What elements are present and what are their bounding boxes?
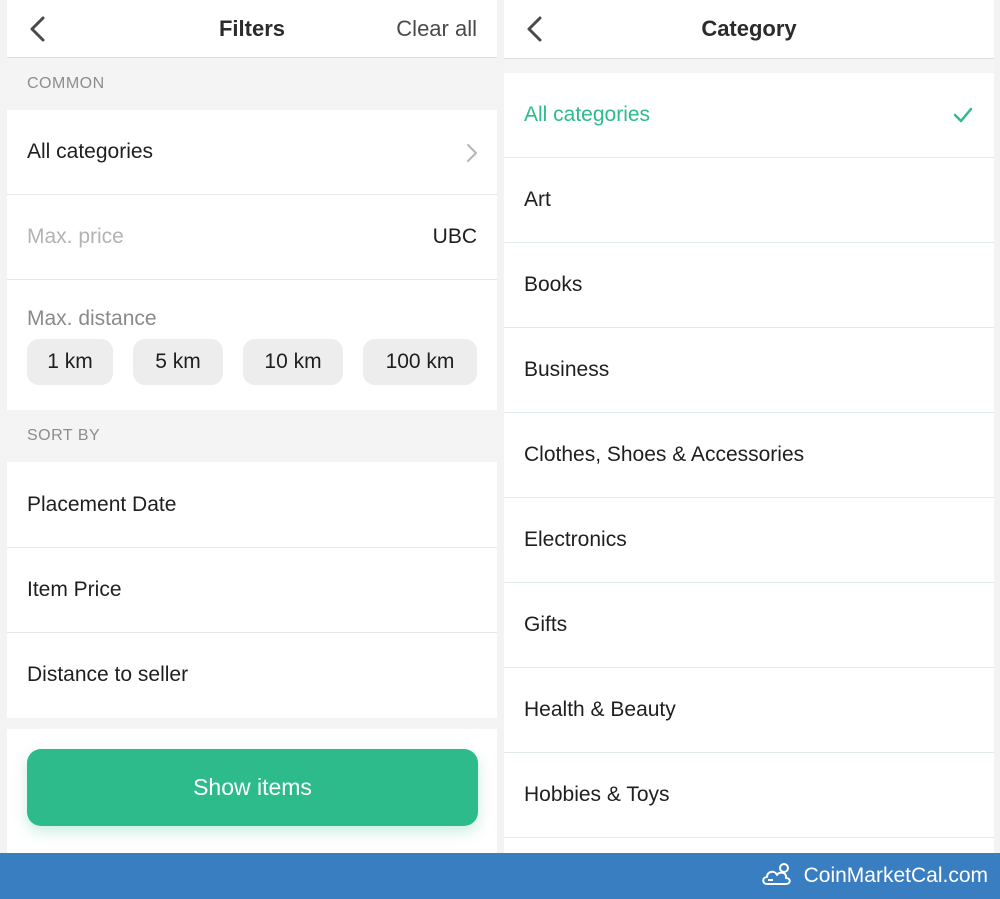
category-item-gifts[interactable]: Gifts	[504, 583, 994, 668]
category-selector-label: All categories	[27, 140, 154, 163]
show-items-button[interactable]: Show items	[27, 749, 478, 826]
max-distance-block: Max. distance 1 km 5 km 10 km 100 km	[7, 280, 497, 410]
category-navbar: Category	[504, 0, 994, 59]
category-item-hobbies-toys[interactable]: Hobbies & Toys	[504, 753, 994, 838]
sort-option-label: Item Price	[27, 578, 122, 601]
distance-chip-5km[interactable]: 5 km	[133, 339, 223, 385]
category-item-label: Art	[524, 188, 551, 211]
watermark-footer: CoinMarketCal.com	[0, 853, 1000, 899]
back-chevron-icon[interactable]	[520, 14, 548, 44]
category-screen: Category All categories Art Books Busine…	[504, 0, 994, 853]
distance-chip-group: 1 km 5 km 10 km 100 km	[27, 339, 477, 385]
list-top-gap	[504, 59, 994, 73]
category-item-label: Books	[524, 273, 583, 296]
max-price-input[interactable]: Max. price	[27, 225, 124, 249]
category-selector-row[interactable]: All categories	[7, 110, 497, 195]
filters-navbar: Filters Clear all	[7, 0, 497, 58]
sort-option-item-price[interactable]: Item Price	[7, 548, 497, 633]
category-item-electronics[interactable]: Electronics	[504, 498, 994, 583]
max-distance-label: Max. distance	[27, 307, 157, 330]
sort-option-label: Distance to seller	[27, 663, 189, 686]
category-item-label: Gifts	[524, 613, 568, 636]
bottom-divider-band	[7, 718, 497, 729]
category-item-books[interactable]: Books	[504, 243, 994, 328]
clear-all-button[interactable]: Clear all	[396, 16, 477, 42]
category-item-label: Hobbies & Toys	[524, 783, 670, 806]
chevron-right-icon	[467, 144, 477, 162]
category-item-label: Health & Beauty	[524, 698, 676, 721]
sort-header-label: SORT BY	[27, 427, 101, 444]
sort-option-placement-date[interactable]: Placement Date	[7, 463, 497, 548]
common-section-header: COMMON	[7, 58, 497, 110]
sort-option-label: Placement Date	[27, 493, 177, 516]
category-item-art[interactable]: Art	[504, 158, 994, 243]
category-title: Category	[701, 16, 797, 41]
sort-section-header: SORT BY	[7, 410, 497, 462]
distance-chip-1km[interactable]: 1 km	[27, 339, 113, 385]
currency-label: UBC	[432, 225, 477, 248]
category-item-label: All categories	[524, 103, 651, 126]
max-price-row[interactable]: Max. price UBC	[7, 195, 497, 280]
common-header-label: COMMON	[27, 75, 105, 92]
distance-chip-10km[interactable]: 10 km	[243, 339, 343, 385]
category-item-clothes[interactable]: Clothes, Shoes & Accessories	[504, 413, 994, 498]
category-item-health-beauty[interactable]: Health & Beauty	[504, 668, 994, 753]
back-chevron-icon[interactable]	[23, 14, 51, 44]
brand-name: CoinMarketCal.com	[803, 864, 988, 887]
category-item-business[interactable]: Business	[504, 328, 994, 413]
checkmark-icon	[953, 107, 973, 123]
filters-screen: Filters Clear all COMMON All categories …	[7, 0, 497, 853]
cloud-coin-icon	[762, 863, 791, 885]
sort-option-distance[interactable]: Distance to seller	[7, 633, 497, 718]
distance-chip-100km[interactable]: 100 km	[363, 339, 477, 385]
category-item-label: Clothes, Shoes & Accessories	[524, 443, 805, 466]
category-item-label: Business	[524, 358, 610, 381]
category-item-all-categories[interactable]: All categories	[504, 73, 994, 158]
category-item-label: Electronics	[524, 528, 627, 551]
